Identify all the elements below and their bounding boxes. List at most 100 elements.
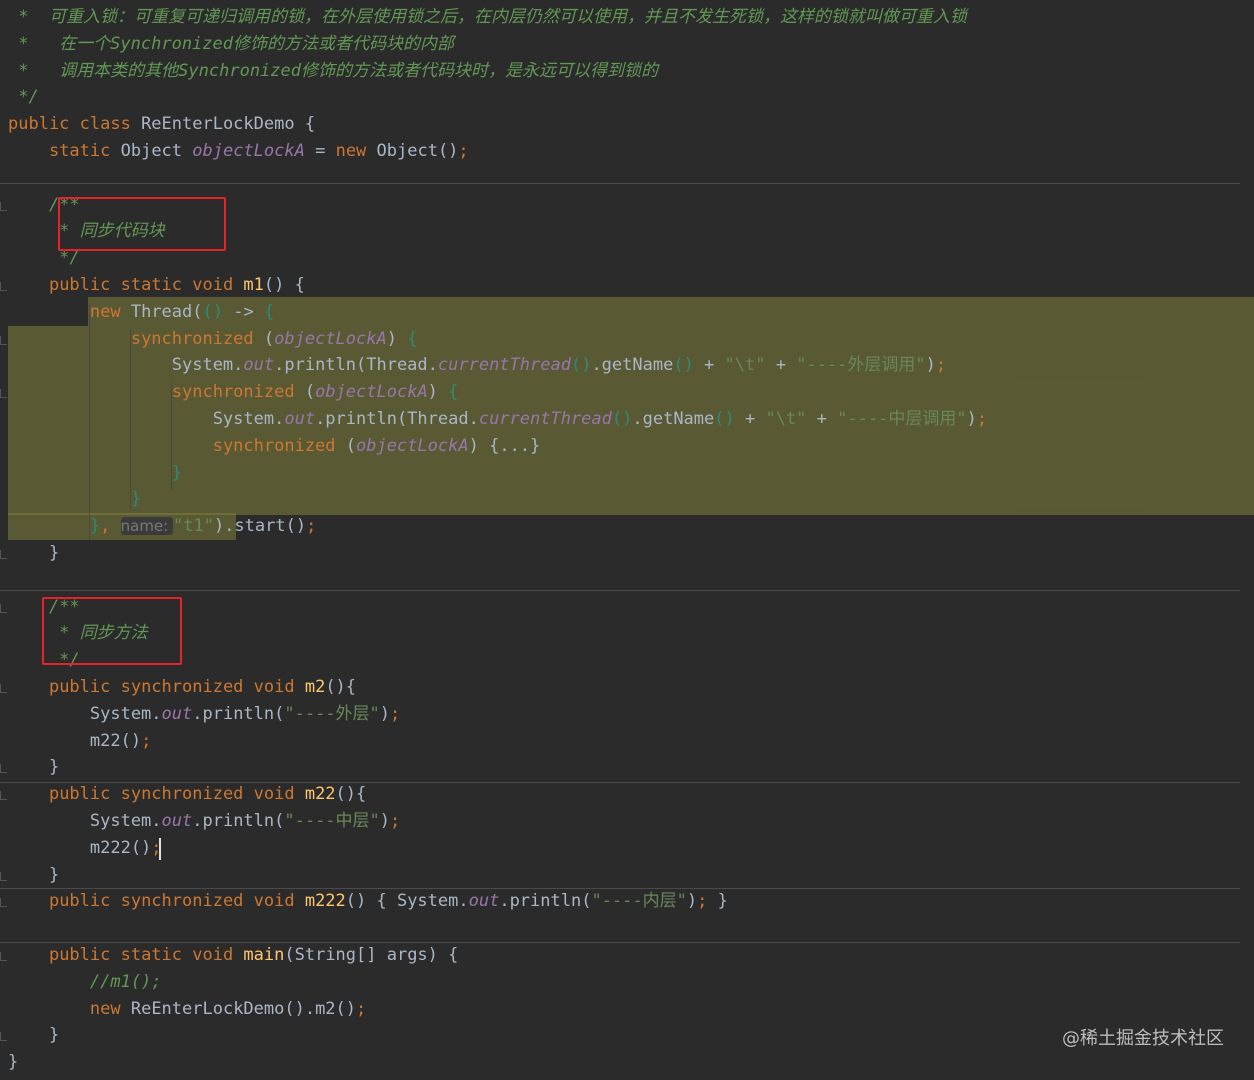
- code-token-static-field: objectLockA: [315, 382, 428, 403]
- code-line[interactable]: }: [0, 540, 1254, 567]
- code-line[interactable]: /**: [0, 594, 1254, 621]
- code-token-default: ): [925, 355, 936, 376]
- code-token-default: {...}: [489, 435, 541, 456]
- code-line[interactable]: synchronized (objectLockA) {: [0, 326, 1254, 353]
- code-token-default: ): [386, 328, 408, 349]
- code-token-method-decl: m1: [243, 275, 264, 295]
- fold-marker[interactable]: [0, 335, 7, 345]
- code-token-keyword: public static void: [48, 945, 244, 965]
- code-line[interactable]: new ReEnterLockDemo().m2();: [0, 996, 1254, 1023]
- code-token-static-field: out: [161, 703, 193, 724]
- code-token-method-decl: main: [243, 945, 285, 965]
- code-line[interactable]: [0, 567, 1254, 594]
- code-line[interactable]: static Object objectLockA = new Object()…: [0, 138, 1254, 165]
- fold-marker[interactable]: [0, 684, 7, 693]
- code-token-static-field: out: [161, 811, 193, 831]
- fold-marker[interactable]: [0, 952, 7, 961]
- fold-marker[interactable]: [0, 282, 7, 291]
- code-token-string: "t1": [173, 516, 214, 537]
- code-token-default: m222(): [8, 837, 152, 858]
- code-token-default: ): [379, 703, 391, 724]
- code-line[interactable]: * 可重入锁：可重复可递归调用的锁，在外层使用锁之后，在内层仍然可以使用，并且不…: [0, 4, 1254, 31]
- fold-marker[interactable]: [0, 603, 7, 613]
- fold-marker[interactable]: [0, 764, 7, 774]
- code-line[interactable]: }, name: "t1").start();: [0, 513, 1254, 540]
- code-token-brace-match: (): [673, 355, 694, 376]
- code-line[interactable]: [0, 165, 1254, 192]
- code-line[interactable]: System.out.println(Thread.currentThread(…: [0, 352, 1254, 379]
- code-line[interactable]: }: [0, 486, 1254, 513]
- code-line[interactable]: new Thread(() -> {: [0, 299, 1254, 326]
- code-token-default: (: [263, 328, 275, 349]
- code-line[interactable]: m22();: [0, 728, 1254, 755]
- code-line[interactable]: synchronized (objectLockA) {: [0, 379, 1254, 406]
- code-token-static-field: currentThread: [478, 409, 612, 429]
- code-token-default: [8, 891, 49, 911]
- fold-marker[interactable]: [0, 201, 7, 211]
- code-token-string: "----中层调用": [837, 409, 967, 429]
- code-token-method-decl: m22: [304, 784, 336, 805]
- code-line[interactable]: [0, 915, 1254, 942]
- code-token-doc-comment: * 可重入锁：可重复可递归调用的锁，在外层使用锁之后，在内层仍然可以使用，并且不…: [8, 7, 967, 27]
- code-token-string: "----外层": [284, 703, 380, 724]
- code-token-default: }: [8, 543, 60, 563]
- code-line[interactable]: }: [0, 754, 1254, 781]
- fold-marker[interactable]: [0, 550, 7, 559]
- code-token-keyword: ;: [697, 891, 708, 912]
- code-line[interactable]: * 在一个Synchronized修饰的方法或者代码块的内部: [0, 31, 1254, 58]
- code-line[interactable]: public class ReEnterLockDemo {: [0, 111, 1254, 138]
- code-token-keyword: ;: [356, 998, 367, 1019]
- code-line[interactable]: public synchronized void m222() { System…: [0, 888, 1254, 915]
- annotation-box-sync-method: [42, 597, 182, 665]
- code-line[interactable]: public synchronized void m22(){: [0, 781, 1254, 808]
- code-token-keyword: new: [335, 141, 377, 161]
- code-token-default: }: [707, 891, 728, 912]
- code-token-keyword: public class: [8, 114, 142, 135]
- code-line[interactable]: //m1();: [0, 969, 1254, 996]
- code-line[interactable]: * 调用本类的其他Synchronized修饰的方法或者代码块时，是永远可以得到…: [0, 58, 1254, 85]
- code-line[interactable]: System.out.println("----中层");: [0, 808, 1254, 835]
- code-line[interactable]: * 同步方法: [0, 620, 1254, 647]
- code-line[interactable]: public synchronized void m2(){: [0, 674, 1254, 701]
- code-line[interactable]: public static void main(String[] args) {: [0, 942, 1254, 969]
- code-token-default: System.: [8, 811, 162, 831]
- code-token-keyword: public synchronized void: [48, 677, 305, 697]
- code-token-param-hint: name:: [120, 517, 173, 536]
- code-token-default: [8, 329, 131, 349]
- code-token-brace-match: (): [714, 409, 735, 429]
- code-line[interactable]: System.out.println("----外层");: [0, 701, 1254, 728]
- fold-marker[interactable]: [0, 898, 7, 908]
- code-token-default: ReEnterLockDemo().m2(): [130, 998, 357, 1019]
- code-line[interactable]: }: [0, 1049, 1254, 1076]
- code-token-keyword: synchronized: [212, 435, 346, 456]
- code-token-default: .println(Thread.: [274, 355, 438, 376]
- code-line[interactable]: }: [0, 862, 1254, 889]
- code-line[interactable]: System.out.println(Thread.currentThread(…: [0, 406, 1254, 433]
- code-line[interactable]: }: [0, 460, 1254, 487]
- code-line[interactable]: */: [0, 84, 1254, 111]
- code-token-default: System.: [8, 409, 285, 429]
- fold-marker[interactable]: [0, 1032, 7, 1042]
- code-token-keyword: public synchronized void: [48, 784, 305, 805]
- code-token-keyword: new: [89, 301, 131, 322]
- fold-marker[interactable]: [0, 791, 7, 801]
- code-token-brace-match: {: [263, 301, 275, 322]
- code-token-keyword: ;: [390, 703, 401, 724]
- code-token-keyword: ;: [390, 811, 401, 831]
- code-token-brace-match: }: [89, 516, 101, 537]
- fold-marker[interactable]: [0, 871, 7, 881]
- fold-marker[interactable]: [0, 389, 7, 399]
- code-token-brace-match: (): [202, 301, 223, 322]
- code-line[interactable]: public static void m1() {: [0, 272, 1254, 299]
- code-token-default: ): [468, 435, 490, 456]
- code-token-default: .getName: [632, 409, 715, 429]
- code-token-keyword: ;: [935, 355, 947, 376]
- code-line[interactable]: */: [0, 647, 1254, 674]
- code-line[interactable]: m222();: [0, 835, 1254, 862]
- code-editor[interactable]: * 可重入锁：可重复可递归调用的锁，在外层使用锁之后，在内层仍然可以使用，并且不…: [0, 0, 1254, 1080]
- code-token-default: Object(): [376, 141, 459, 161]
- code-token-brace-match: }: [8, 462, 182, 483]
- code-token-brace-match: {: [407, 328, 418, 349]
- code-token-default: [8, 141, 49, 161]
- code-line[interactable]: synchronized (objectLockA) {...}: [0, 433, 1254, 460]
